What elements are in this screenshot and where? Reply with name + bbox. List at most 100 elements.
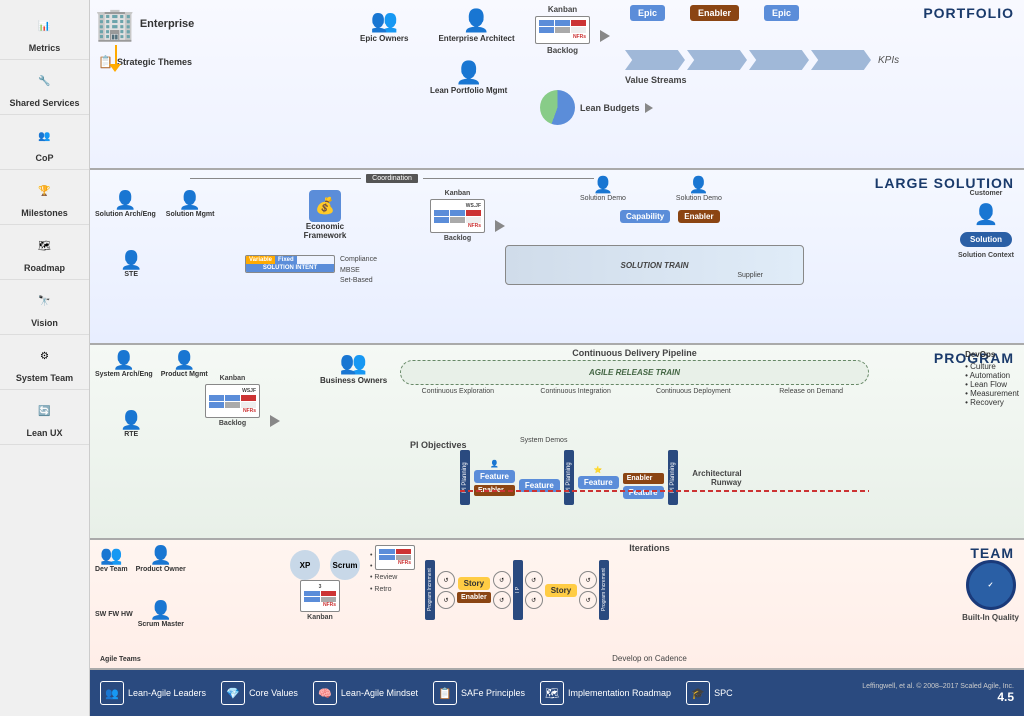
system-demo-marker: 👤 (474, 460, 515, 468)
portfolio-label: PORTFOLIO (923, 5, 1014, 21)
sidebar: 📊 Metrics 🔧 Shared Services 👥 CoP 🏆 Mile… (0, 0, 90, 716)
main-container: 📊 Metrics 🔧 Shared Services 👥 CoP 🏆 Mile… (0, 0, 1024, 716)
lean-portfolio-mgmt-group: 👤 Lean Portfolio Mgmt (430, 60, 507, 95)
devops-automation: • Automation (965, 371, 1019, 380)
product-mgmt-icon: 👤 (173, 350, 195, 371)
solution-box: Solution (960, 232, 1012, 247)
iter-circle-3: ↺ (493, 571, 511, 589)
capability-box: Capability (620, 210, 670, 223)
sidebar-label-roadmap: Roadmap (24, 263, 65, 273)
sidebar-label-shared-services: Shared Services (9, 98, 79, 108)
ls-kanban-board: WS.JF NFRs (430, 199, 485, 233)
sidebar-item-milestones[interactable]: 🏆 Milestones (0, 170, 89, 225)
rte-label: RTE (124, 431, 138, 438)
ste-group: 👤 STE (120, 250, 142, 278)
cdp-area: Continuous Delivery Pipeline AGILE RELEA… (400, 348, 869, 395)
strategic-themes-label: Strategic Themes (117, 57, 192, 67)
sw-fw-hw-group: SW FW HW 👤 Scrum Master (95, 600, 184, 628)
portfolio-kanban-board: NFRs (535, 16, 590, 44)
variable-label: Variable (246, 256, 275, 264)
coordination-label: Coordination (366, 174, 418, 183)
mbse-label: MBSE (340, 266, 377, 277)
team-backlog-board: NFRs (375, 545, 415, 570)
cont-deployment: Continuous Deployment (636, 388, 752, 395)
ls-kanban-label: Kanban (445, 190, 471, 197)
sidebar-item-cop[interactable]: 👥 CoP (0, 115, 89, 170)
customer-icon: 👤 (974, 202, 999, 227)
team-backlog-nfrs: NFRs (379, 560, 411, 566)
system-arch-eng-label: System Arch/Eng (95, 371, 153, 378)
customer-solution-group: Customer 👤 Solution Solution Context (958, 190, 1014, 259)
compliance-group: Compliance MBSE Set-Based (340, 255, 377, 287)
milestones-icon: 🏆 (30, 176, 60, 206)
xp-group: XP (290, 550, 320, 580)
develop-on-cadence-label: Develop on Cadence (430, 654, 869, 663)
ls-kanban-arrow (495, 220, 505, 232)
sidebar-item-metrics[interactable]: 📊 Metrics (0, 5, 89, 60)
epic-owners-icon: 👥 (371, 8, 398, 34)
scrum-master-group: 👤 Scrum Master (138, 600, 184, 628)
vision-icon: 🔭 (30, 286, 60, 316)
sidebar-label-cop: CoP (36, 153, 54, 163)
prog-kanban-label: Kanban (220, 375, 246, 382)
portfolio-kanban-label: Kanban (548, 5, 577, 14)
system-demos-label: System Demos (520, 437, 567, 444)
prog-backlog-label: Backlog (219, 420, 246, 427)
enterprise-architect-label: Enterprise Architect (438, 34, 514, 43)
feature-box-3: Feature (578, 476, 619, 489)
scrum-master-icon: 👤 (150, 600, 172, 621)
sidebar-item-system-team[interactable]: ⚙ System Team (0, 335, 89, 390)
footer-implementation-roadmap: 🗺 Implementation Roadmap (540, 681, 671, 705)
iter-circle-7: ↺ (579, 571, 597, 589)
sidebar-item-roadmap[interactable]: 🗺 Roadmap (0, 225, 89, 280)
devops-recovery: • Recovery (965, 398, 1019, 407)
agile-teams-label: Agile Teams (100, 656, 141, 663)
value-streams-label: Value Streams (625, 75, 687, 85)
section-program: PROGRAM 👤 System Arch/Eng 👤 Product Mgmt… (90, 345, 1024, 540)
solution-train-label: SOLUTION TRAIN (621, 261, 689, 270)
sidebar-item-vision[interactable]: 🔭 Vision (0, 280, 89, 335)
epic-owners-group: 👥 Epic Owners (360, 8, 408, 43)
feature-box-4: Feature (623, 486, 664, 499)
sidebar-item-lean-ux[interactable]: 🔄 Lean UX (0, 390, 89, 445)
business-owners-group: 👥 Business Owners (320, 350, 387, 385)
scrum-group: Scrum (330, 550, 360, 580)
devops-culture: • Culture (965, 362, 1019, 371)
safe-principles-icon: 📋 (433, 681, 457, 705)
footer-safe-principles: 📋 SAFe Principles (433, 681, 525, 705)
review-label: • Review (370, 572, 400, 583)
arrow-yellow-down (109, 64, 121, 72)
version-label: 4.5 (862, 690, 1014, 704)
footer-lean-agile-leaders: 👥 Lean-Agile Leaders (100, 681, 206, 705)
devops-group: DevOps • Culture • Automation • Lean Flo… (965, 350, 1019, 407)
sidebar-label-lean-ux: Lean UX (26, 428, 62, 438)
sidebar-item-shared-services[interactable]: 🔧 Shared Services (0, 60, 89, 115)
lean-budgets-arrow (645, 103, 653, 113)
core-values-label: Core Values (249, 688, 298, 698)
rte-icon: 👤 (120, 410, 142, 431)
footer-spc: 🎓 SPC (686, 681, 733, 705)
sidebar-label-system-team: System Team (16, 373, 73, 383)
ls-nfrs: NFRs (434, 223, 481, 229)
pi-planning-3: PI Planning (668, 450, 678, 505)
iter-circle-1: ↺ (437, 571, 455, 589)
product-owner-icon: 👤 (149, 545, 171, 566)
team-label: TEAM (970, 545, 1014, 561)
xp-circle: XP (290, 550, 320, 580)
enterprise-label: Enterprise (140, 18, 194, 30)
team-kanban-label: Kanban (307, 614, 333, 621)
impl-roadmap-icon: 🗺 (540, 681, 564, 705)
system-arch-eng-icon: 👤 (113, 350, 135, 371)
solution-arch-eng-icon: 👤 (114, 190, 136, 211)
scrum-circle: Scrum (330, 550, 360, 580)
impl-roadmap-label: Implementation Roadmap (568, 688, 671, 698)
epic-box-2: Epic (764, 5, 799, 21)
fixed-label: Fixed (275, 256, 297, 264)
art-container: AGILE RELEASE TRAIN (400, 360, 869, 385)
dev-team-label: Dev Team (95, 566, 128, 573)
economic-framework-label: Economic Framework (290, 222, 360, 240)
iterations-label: Iterations (430, 543, 869, 553)
iter-circle-2: ↺ (437, 591, 455, 609)
metrics-icon: 📊 (30, 11, 60, 41)
built-in-quality-label: Built-In Quality (962, 613, 1019, 622)
